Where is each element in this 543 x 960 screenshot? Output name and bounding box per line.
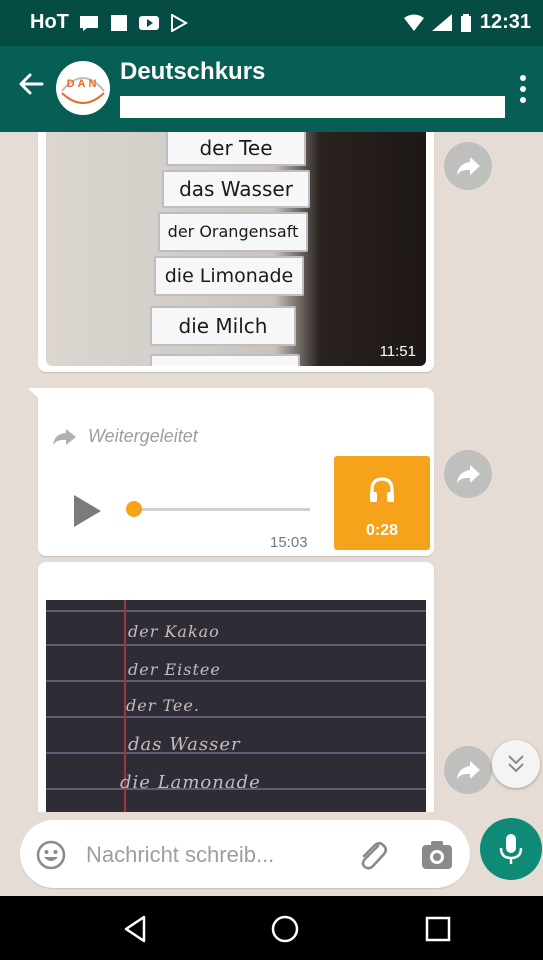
carrier-label: HoT	[30, 11, 69, 33]
handwritten-line: der Eistee	[128, 660, 221, 679]
mic-button[interactable]	[480, 818, 542, 880]
chat-header: DAN Deutschkurs	[0, 46, 543, 132]
voice-duration: 0:28	[365, 522, 399, 539]
ruled-line	[46, 716, 426, 718]
audio-card: 0:28	[334, 456, 430, 550]
chat-subtitle-redacted	[120, 96, 505, 118]
voice-progress-knob[interactable]	[126, 501, 142, 517]
photo-handwritten-notes[interactable]: der Kakao der Eistee der Tee. das Wasser…	[46, 600, 426, 812]
handwritten-line: der Kakao	[128, 622, 220, 641]
home-nav-icon[interactable]	[270, 914, 300, 944]
battery-icon	[460, 13, 471, 32]
composer-bar: Nachricht schreib...	[0, 812, 543, 896]
mic-icon	[499, 834, 523, 864]
message-placeholder: Nachricht schreib...	[86, 842, 275, 867]
handwritten-line: der Tee.	[126, 696, 200, 715]
forward-icon[interactable]	[444, 142, 492, 190]
image-message[interactable]: der Kakao der Eistee der Tee. das Wasser…	[38, 562, 434, 812]
forward-small-icon	[53, 428, 76, 445]
ruled-line	[46, 680, 426, 682]
forward-icon[interactable]	[444, 450, 492, 498]
ruled-line	[46, 610, 426, 612]
paperclip-icon[interactable]	[356, 838, 388, 872]
play-store-notification-icon	[170, 13, 188, 32]
chat-area[interactable]: der Tee das Wasser der Orangensaft die L…	[0, 132, 543, 812]
message-notification-icon	[79, 15, 98, 31]
avatar[interactable]: DAN	[56, 61, 110, 115]
word-card: das Wasser	[162, 170, 310, 208]
cell-signal-icon	[431, 13, 452, 31]
play-icon[interactable]	[72, 494, 102, 528]
ruled-line	[46, 644, 426, 646]
handwritten-line: die Lamonade	[120, 772, 261, 793]
photo-word-cards[interactable]: der Tee das Wasser der Orangensaft die L…	[46, 132, 426, 366]
word-card: der Tee	[166, 132, 306, 166]
double-chevron-down-icon	[508, 755, 524, 773]
headphones-icon	[370, 477, 394, 502]
forward-icon[interactable]	[444, 746, 492, 794]
square-notification-icon	[110, 14, 127, 31]
message-time: 11:51	[379, 343, 416, 360]
status-time: 12:31	[479, 11, 531, 33]
scroll-down-button[interactable]	[492, 740, 540, 788]
forwarded-text: Weitergeleitet	[88, 426, 198, 446]
word-card: die Limonade	[154, 256, 304, 296]
more-vert-icon[interactable]	[519, 74, 527, 104]
status-right: 12:31	[403, 11, 531, 34]
message-input[interactable]: Nachricht schreib...	[20, 820, 470, 888]
voice-progress-track[interactable]	[130, 508, 310, 511]
recents-nav-icon[interactable]	[423, 914, 453, 944]
wifi-icon	[403, 14, 424, 31]
message-time: 15:03	[270, 534, 308, 551]
status-left: HoT	[30, 11, 189, 34]
system-nav-bar	[0, 896, 543, 960]
camera-icon[interactable]	[420, 838, 454, 872]
status-bar: HoT 12:31	[0, 0, 543, 46]
handwritten-line: das Wasser	[128, 734, 241, 755]
voice-message[interactable]: Weitergeleitet 15:03 0:28	[38, 388, 434, 556]
back-nav-icon[interactable]	[121, 914, 151, 944]
word-card: der Orangensaft	[158, 212, 308, 252]
word-card-partial	[150, 354, 300, 366]
chat-title[interactable]: Deutschkurs	[120, 58, 265, 86]
image-message[interactable]: der Tee das Wasser der Orangensaft die L…	[38, 132, 434, 372]
emoji-icon[interactable]	[36, 840, 66, 870]
arrow-left-icon[interactable]	[16, 64, 46, 104]
youtube-notification-icon	[138, 15, 159, 30]
word-card: die Milch	[150, 306, 296, 346]
avatar-text: DAN	[66, 78, 100, 90]
forwarded-label: Weitergeleitet	[52, 426, 198, 447]
